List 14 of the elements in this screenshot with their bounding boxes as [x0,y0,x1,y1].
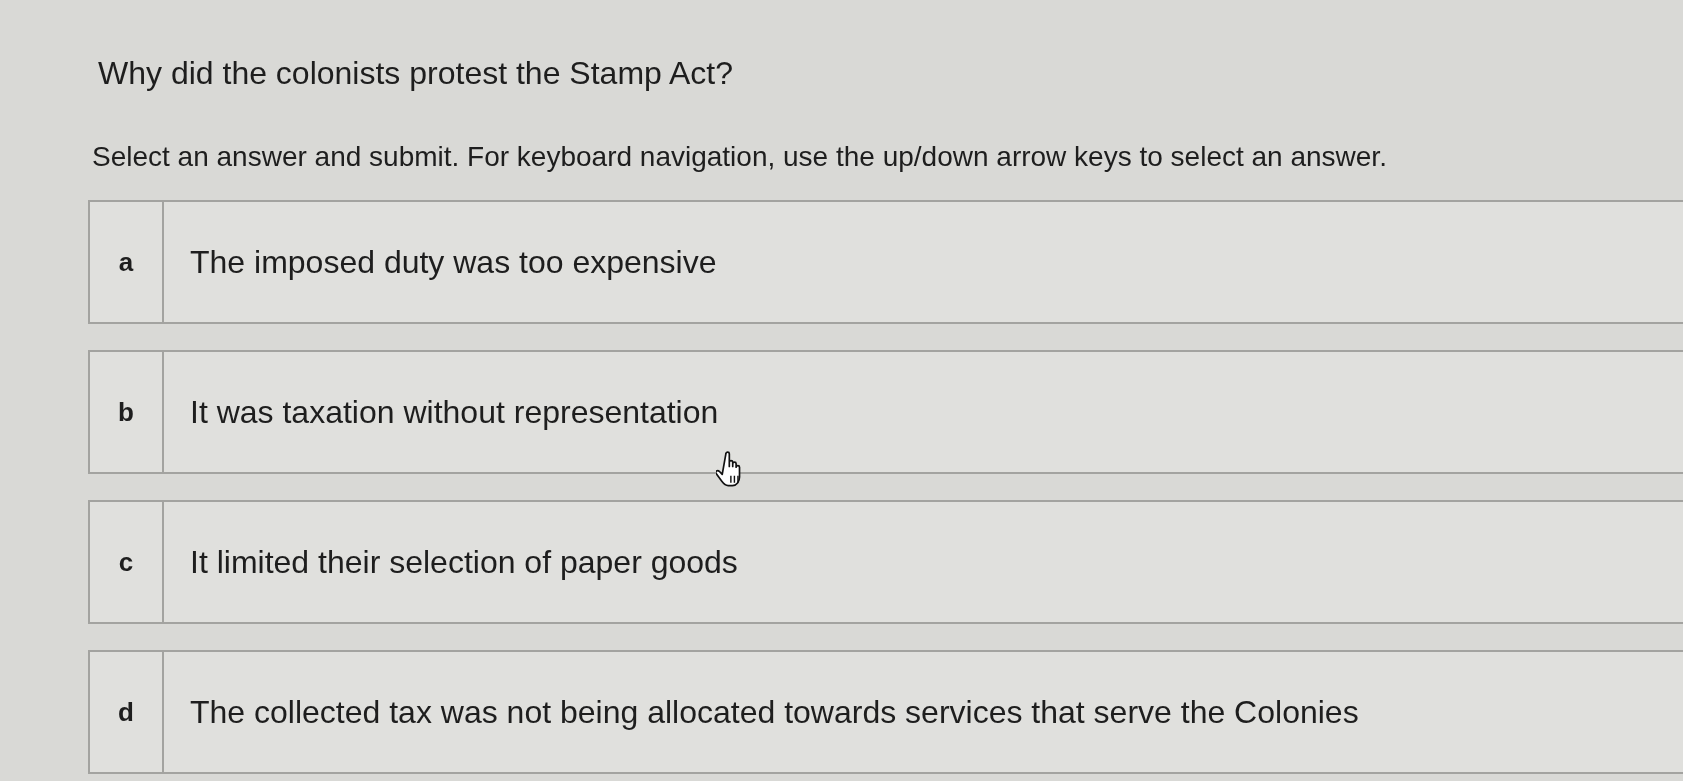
option-letter: a [90,202,164,322]
question-text: Why did the colonists protest the Stamp Act? [97,54,734,93]
option-letter: b [90,352,164,472]
option-text: The imposed duty was too expensive [189,243,717,282]
option-text: The collected tax was not being allocated towards services that serve the Colonies [189,693,1359,732]
answer-option[interactable]: b It was taxation without representation [88,350,1683,474]
option-letter: c [90,502,164,622]
instructions-text: Select an answer and submit. For keyboard navigation, use the up/down arrow keys to select an answer. [92,140,1388,174]
answer-option[interactable]: c It limited their selection of paper goods [88,500,1683,624]
answer-option[interactable]: a The imposed duty was too expensive [88,200,1683,324]
answer-option[interactable]: d The collected tax was not being allocated towards services that serve the Colonies [88,650,1683,774]
option-text: It limited their selection of paper goods [189,543,738,582]
option-text: It was taxation without representation [189,393,719,432]
option-letter: d [90,652,164,772]
